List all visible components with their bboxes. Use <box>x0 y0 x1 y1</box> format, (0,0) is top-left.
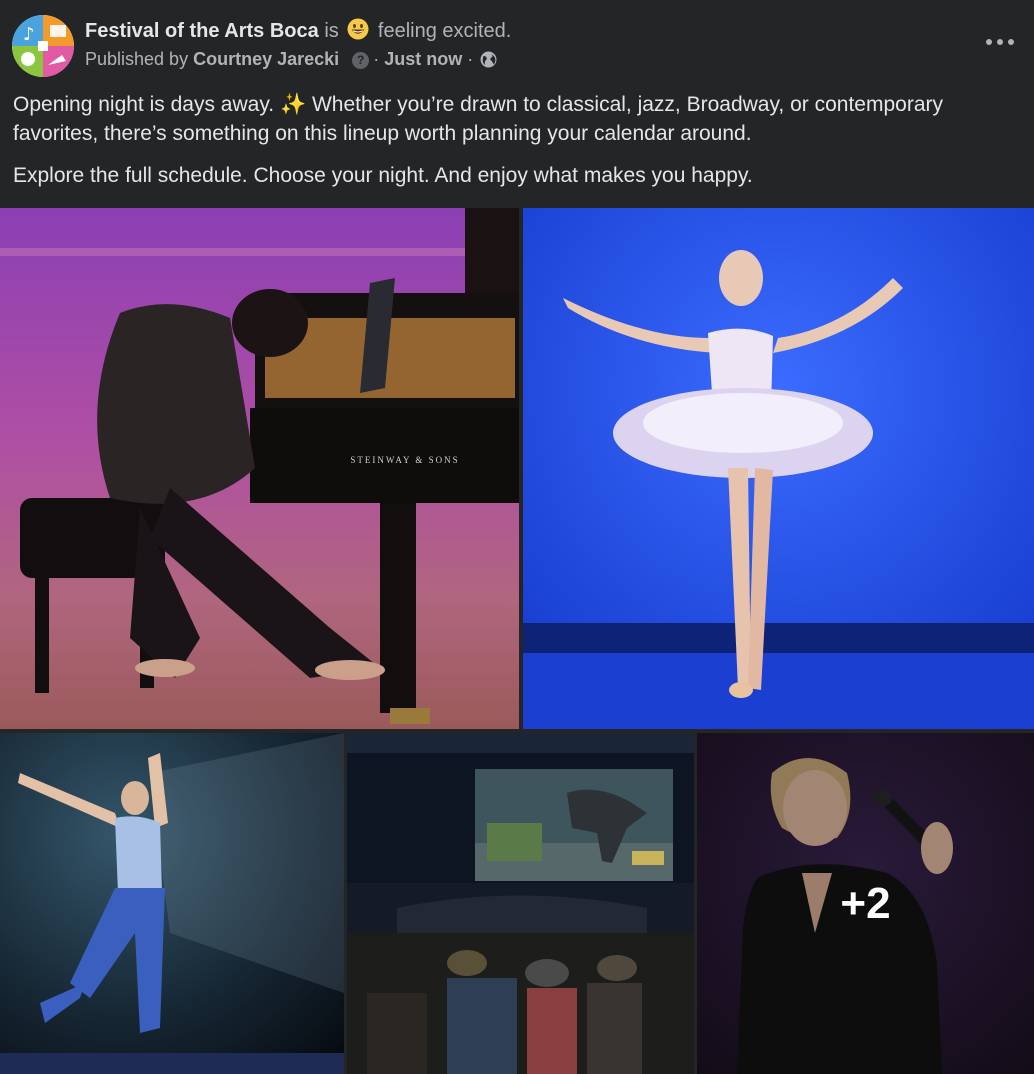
more-photos-count: +2 <box>840 878 891 928</box>
piano-brand-text: STEINWAY & SONS <box>350 455 459 465</box>
help-icon[interactable]: ? <box>352 52 370 69</box>
ballerina-photo-image <box>523 208 1034 729</box>
post-photo-ballerina[interactable] <box>523 208 1034 729</box>
publisher-name-link[interactable]: Courtney Jarecki <box>193 49 339 69</box>
post-photo-dancer[interactable] <box>0 733 344 1074</box>
post-text-sentence: Opening night is days away. <box>13 93 275 116</box>
post-meta-line: Published by Courtney Jarecki ? · Just no… <box>85 49 497 73</box>
feed-post: ♪ Festival of the Arts Boca is feeling e… <box>0 0 1034 1074</box>
post-paragraph-2: Explore the full schedule. Choose your n… <box>13 164 753 187</box>
page-avatar[interactable]: ♪ <box>12 15 74 77</box>
is-word: is <box>324 20 339 42</box>
post-paragraph-1: Opening night is days away. ✨ Whether yo… <box>13 90 1018 148</box>
post-timestamp-link[interactable]: Just now <box>384 49 462 69</box>
post-title-line: Festival of the Arts Boca is feeling exc… <box>85 18 511 46</box>
pianist-photo-image: STEINWAY & SONS <box>0 208 519 729</box>
meta-separator: · <box>373 49 380 69</box>
meta-separator: · <box>467 49 474 69</box>
festival-logo-avatar-icon: ♪ <box>12 15 74 77</box>
post-text: Opening night is days away. ✨ Whether yo… <box>13 90 1018 190</box>
post-photo-pianist[interactable]: STEINWAY & SONS <box>0 208 519 729</box>
dancer-photo-image <box>0 733 344 1074</box>
film-concert-photo-image <box>347 733 694 1074</box>
svg-text:♪: ♪ <box>23 24 35 45</box>
globe-icon[interactable] <box>480 51 497 73</box>
post-header: ♪ Festival of the Arts Boca is feeling e… <box>0 0 1034 90</box>
post-photo-singer[interactable]: +2 <box>697 733 1034 1074</box>
grinning-face-emoji-icon <box>347 18 369 46</box>
published-by-label: Published by <box>85 49 189 69</box>
more-options-icon[interactable] <box>986 32 1014 52</box>
feeling-text: feeling excited. <box>377 20 512 42</box>
page-name-link[interactable]: Festival of the Arts Boca <box>85 20 319 42</box>
sparkles-emoji-icon: ✨ <box>279 93 307 116</box>
post-photo-film-concert[interactable] <box>347 733 694 1074</box>
more-photos-overlay[interactable]: +2 <box>697 733 1034 1074</box>
